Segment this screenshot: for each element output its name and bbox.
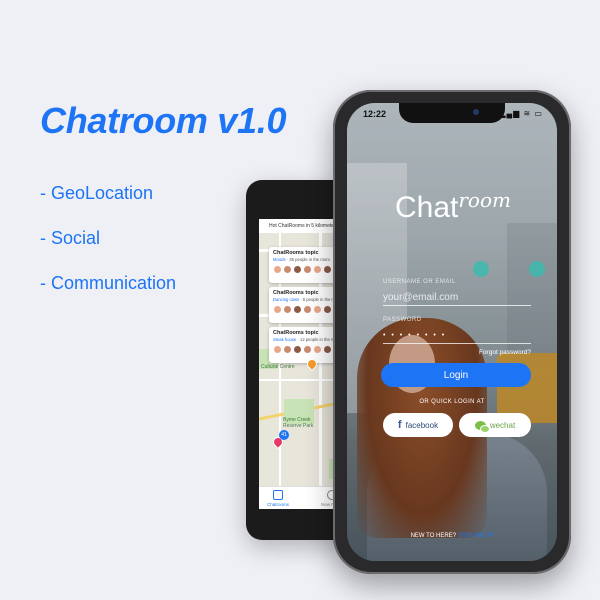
login-screen: 12:22 ▂▄▆ ≋ ▭ Chatroom USERNAME OR EMAIL… bbox=[347, 103, 557, 561]
avatar bbox=[273, 265, 282, 274]
avatar bbox=[283, 345, 292, 354]
notch bbox=[399, 103, 505, 123]
avatar bbox=[293, 265, 302, 274]
avatar bbox=[303, 305, 312, 314]
signup-link[interactable]: SIGN ME UP bbox=[458, 533, 493, 539]
new-here-text: NEW TO HERE? bbox=[410, 533, 457, 539]
promo-title: Chatroom v1.0 bbox=[40, 100, 287, 141]
feature-social: - Social bbox=[40, 228, 101, 248]
front-phone: 12:22 ▂▄▆ ≋ ▭ Chatroom USERNAME OR EMAIL… bbox=[333, 90, 571, 574]
avatar bbox=[273, 305, 282, 314]
avatar bbox=[303, 345, 312, 354]
chat-icon bbox=[273, 490, 283, 500]
map-label-cultural: Cultural Centre bbox=[261, 364, 295, 370]
avatar bbox=[293, 305, 302, 314]
wechat-label: wechat bbox=[489, 420, 516, 430]
login-button[interactable]: Login bbox=[381, 363, 531, 387]
avatar bbox=[283, 265, 292, 274]
map-label-park: Byme Creek Reserve Park bbox=[283, 417, 314, 429]
topic-link[interactable]: Dancing class bbox=[273, 297, 299, 302]
quick-login-label: OR QUICK LOGIN AT bbox=[419, 399, 485, 405]
facebook-login-button[interactable]: f facebook bbox=[383, 413, 453, 437]
avatar bbox=[273, 345, 282, 354]
topic-count: · 35 people in the room bbox=[285, 257, 330, 262]
status-time: 12:22 bbox=[363, 109, 387, 119]
wechat-icon bbox=[474, 420, 490, 433]
status-icons: ▂▄▆ ≋ ▭ bbox=[499, 109, 543, 118]
feature-geolocation: - GeoLocation bbox=[40, 183, 154, 203]
app-logo: Chatroom bbox=[395, 188, 511, 225]
forgot-password-link[interactable]: Forgot password? bbox=[479, 349, 531, 356]
camera-icon bbox=[473, 109, 479, 115]
password-input[interactable] bbox=[383, 327, 531, 344]
logo-main: Chat bbox=[395, 191, 459, 224]
password-label: PASSWORD bbox=[383, 317, 422, 323]
avatar bbox=[313, 345, 322, 354]
username-input[interactable] bbox=[383, 289, 531, 306]
avatar bbox=[323, 305, 332, 314]
avatar bbox=[313, 305, 322, 314]
feature-communication: - Communication bbox=[40, 273, 177, 293]
topic-link[interactable]: Steak house bbox=[273, 337, 296, 342]
username-label: USERNAME OR EMAIL bbox=[383, 279, 456, 285]
signup-row: NEW TO HERE? SIGN ME UP bbox=[347, 533, 557, 539]
facebook-icon: f bbox=[397, 419, 402, 431]
tab-chatrooms[interactable]: Chatrooms bbox=[267, 490, 289, 507]
avatar bbox=[323, 265, 332, 274]
feature-list: - GeoLocation - Social - Communication bbox=[40, 180, 176, 315]
topic-link[interactable]: Moods bbox=[273, 257, 286, 262]
avatar bbox=[313, 265, 322, 274]
avatar bbox=[303, 265, 312, 274]
wechat-login-button[interactable]: wechat bbox=[459, 413, 531, 437]
map-count-badge[interactable]: 41 bbox=[279, 430, 289, 440]
avatar bbox=[323, 345, 332, 354]
avatar bbox=[283, 305, 292, 314]
logo-room: room bbox=[458, 188, 511, 212]
facebook-label: facebook bbox=[405, 420, 439, 430]
tab-label: Chatrooms bbox=[267, 502, 290, 507]
avatar bbox=[293, 345, 302, 354]
